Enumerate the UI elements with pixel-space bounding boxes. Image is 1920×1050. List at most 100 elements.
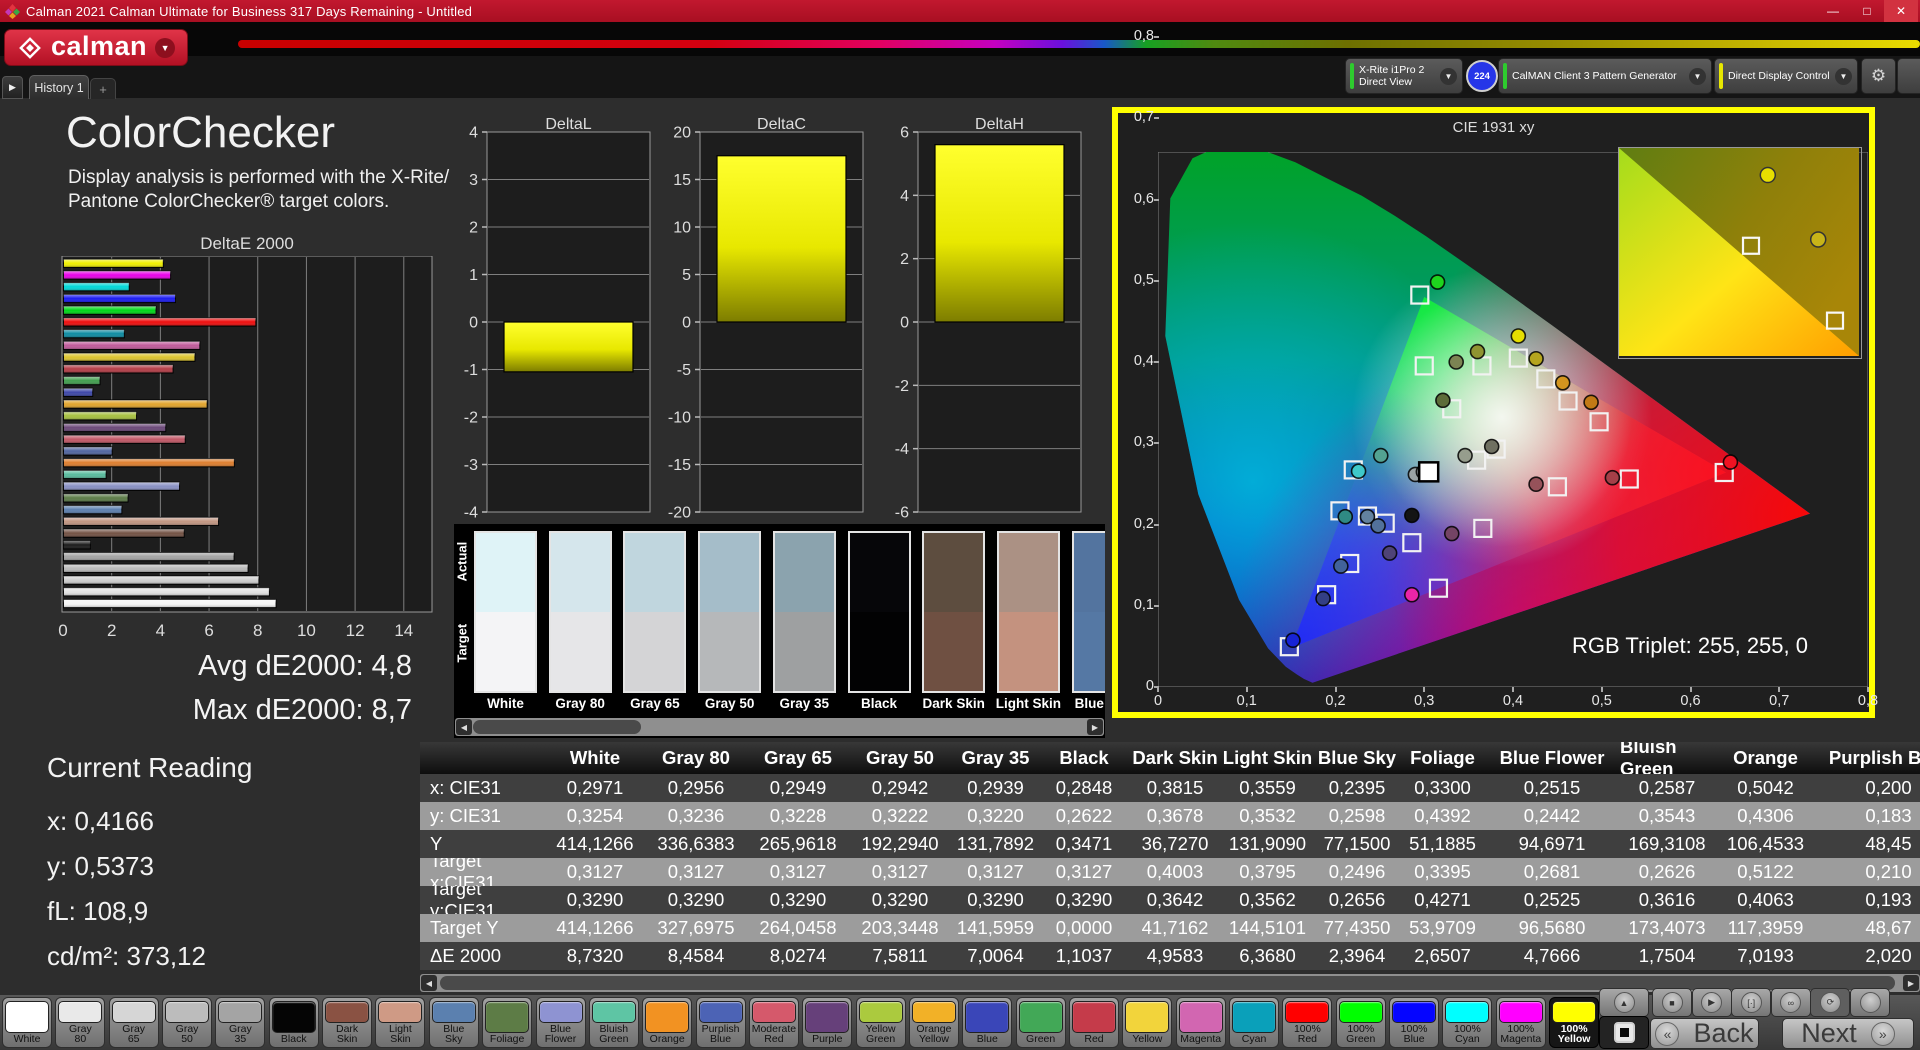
pattern-label: 100% Blue <box>1401 1024 1428 1045</box>
row-label: Target x:CIE31 <box>420 858 545 886</box>
pattern-button-100-magenta[interactable]: 100% Magenta <box>1496 997 1546 1048</box>
stop-button[interactable]: ■ <box>1652 988 1692 1017</box>
tick-mark <box>1154 605 1159 607</box>
pattern-button-moderate-red[interactable]: Moderate Red <box>749 997 799 1048</box>
back-button[interactable]: « Back <box>1650 1018 1759 1049</box>
measured-marker <box>1584 395 1598 409</box>
title-bar: Calman 2021 Calman Ultimate for Business… <box>0 0 1920 22</box>
refresh-button[interactable]: ⟳ <box>1810 988 1850 1017</box>
table-cell: 0,2971 <box>545 774 645 802</box>
minimize-button[interactable]: — <box>1816 0 1850 22</box>
play-button[interactable]: ▶ <box>1692 988 1732 1017</box>
pattern-button-light-skin[interactable]: Light Skin <box>375 997 425 1048</box>
pattern-button-orange-yellow[interactable]: Orange Yellow <box>909 997 959 1048</box>
pattern-button-100-blue[interactable]: 100% Blue <box>1389 997 1439 1048</box>
pattern-button-gray-65[interactable]: Gray 65 <box>109 997 159 1048</box>
measured-marker <box>1445 527 1459 541</box>
table-cell: 0,3127 <box>545 858 645 886</box>
pattern-button-dark-skin[interactable]: Dark Skin <box>322 997 372 1048</box>
swatch-scroll-thumb[interactable] <box>473 720 641 734</box>
pattern-button-magenta[interactable]: Magenta <box>1176 997 1226 1048</box>
back-label: Back <box>1693 1018 1753 1049</box>
table-cell: 0,3290 <box>545 886 645 914</box>
pattern-button-black[interactable]: Black <box>269 997 319 1048</box>
meter-dropdown[interactable]: X-Rite i1Pro 2 Direct View ▼ <box>1345 58 1463 94</box>
display-control-dropdown[interactable]: Direct Display Control ▼ <box>1714 58 1858 94</box>
pattern-button-blue-flower[interactable]: Blue Flower <box>536 997 586 1048</box>
tick-mark <box>1778 687 1780 692</box>
pattern-button-blue[interactable]: Blue <box>962 997 1012 1048</box>
next-button[interactable]: Next » <box>1782 1018 1914 1049</box>
tab-history-1[interactable]: History 1 <box>29 75 89 99</box>
pattern-button-yellow-green[interactable]: Yellow Green <box>856 997 906 1048</box>
cie-ytick: 0,6 <box>1120 191 1154 207</box>
edge-partial-button[interactable] <box>1897 58 1920 94</box>
gear-icon[interactable]: ⚙ <box>1861 58 1896 94</box>
pattern-chip <box>432 1001 476 1023</box>
swatch-gray-50 <box>698 531 761 693</box>
add-tab-button[interactable]: + <box>90 78 116 99</box>
column-header-bluish-green: Bluish Green <box>1620 742 1714 774</box>
pattern-button-100-green[interactable]: 100% Green <box>1336 997 1386 1048</box>
pattern-button-orange[interactable]: Orange <box>642 997 692 1048</box>
svg-text:0: 0 <box>469 315 478 332</box>
eject-button[interactable]: ▲ <box>1599 988 1649 1017</box>
pattern-label: Black <box>281 1034 307 1045</box>
pattern-button-red[interactable]: Red <box>1069 997 1119 1048</box>
record-button[interactable] <box>1850 988 1890 1017</box>
table-cell: 169,3108 <box>1620 830 1714 858</box>
pattern-chip <box>1552 1001 1596 1023</box>
pattern-button-green[interactable]: Green <box>1016 997 1066 1048</box>
swatch-target <box>1074 612 1105 691</box>
pattern-label: Orange <box>650 1034 685 1045</box>
loop-button[interactable]: ∞ <box>1771 988 1811 1017</box>
tab-scroll-button[interactable]: ▶ <box>2 76 23 99</box>
swatch-actual <box>700 533 759 612</box>
scroll-right-icon[interactable]: ▶ <box>1903 975 1919 991</box>
pattern-button-white[interactable]: White <box>2 997 52 1048</box>
pattern-button-purple[interactable]: Purple <box>802 997 852 1048</box>
pattern-button-gray-35[interactable]: Gray 35 <box>215 997 265 1048</box>
swatch-scrollbar[interactable]: ◀▶ <box>455 718 1104 736</box>
pattern-button-bluish-green[interactable]: Bluish Green <box>589 997 639 1048</box>
close-button[interactable]: ✕ <box>1884 0 1918 22</box>
page-description: Display analysis is performed with the X… <box>68 166 449 214</box>
pattern-button-100-yellow[interactable]: 100% Yellow <box>1549 997 1599 1048</box>
pattern-button-yellow[interactable]: Yellow <box>1122 997 1172 1048</box>
pattern-button-cyan[interactable]: Cyan <box>1229 997 1279 1048</box>
table-cell: 51,1885 <box>1401 830 1484 858</box>
pattern-label: Moderate Red <box>752 1024 796 1045</box>
table-cell: 2,6507 <box>1401 942 1484 970</box>
pattern-button-100-red[interactable]: 100% Red <box>1282 997 1332 1048</box>
swatch-actual <box>476 533 535 612</box>
pattern-button-foliage[interactable]: Foliage <box>482 997 532 1048</box>
brand-name: calman <box>51 31 147 62</box>
svg-text:10: 10 <box>297 621 316 640</box>
pattern-window-button[interactable] <box>1599 1016 1649 1049</box>
tick-mark <box>1423 687 1425 692</box>
swatch-target <box>775 612 834 691</box>
scroll-left-icon[interactable]: ◀ <box>421 975 437 991</box>
pattern-button-100-cyan[interactable]: 100% Cyan <box>1442 997 1492 1048</box>
measured-marker <box>1458 449 1472 463</box>
pattern-button-gray-80[interactable]: Gray 80 <box>55 997 105 1048</box>
table-cell: 173,4073 <box>1620 914 1714 942</box>
cie-xtick: 0,1 <box>1227 693 1267 709</box>
pattern-button-purplish-blue[interactable]: Purplish Blue <box>696 997 746 1048</box>
pattern-label: 100% Yellow <box>1558 1024 1591 1045</box>
meter-count-badge[interactable]: 224 <box>1466 60 1498 92</box>
maximize-button[interactable]: □ <box>1850 0 1884 22</box>
row-label: Target y:CIE31 <box>420 886 545 914</box>
tick-mark <box>1335 687 1337 692</box>
pattern-button-blue-sky[interactable]: Blue Sky <box>429 997 479 1048</box>
pattern-button-gray-50[interactable]: Gray 50 <box>162 997 212 1048</box>
scroll-right-icon[interactable]: ▶ <box>1087 719 1103 735</box>
pattern-source-dropdown[interactable]: CalMAN Client 3 Pattern Generator ▼ <box>1498 58 1712 94</box>
table-cell: 8,7320 <box>545 942 645 970</box>
calman-menu-button[interactable]: calman ▼ <box>4 29 188 66</box>
svg-text:8: 8 <box>253 621 262 640</box>
interval-button[interactable]: [·] <box>1731 988 1771 1017</box>
swatch-label: Light Skin <box>995 696 1062 711</box>
table-cell: 77,1500 <box>1313 830 1401 858</box>
scroll-left-icon[interactable]: ◀ <box>456 719 472 735</box>
